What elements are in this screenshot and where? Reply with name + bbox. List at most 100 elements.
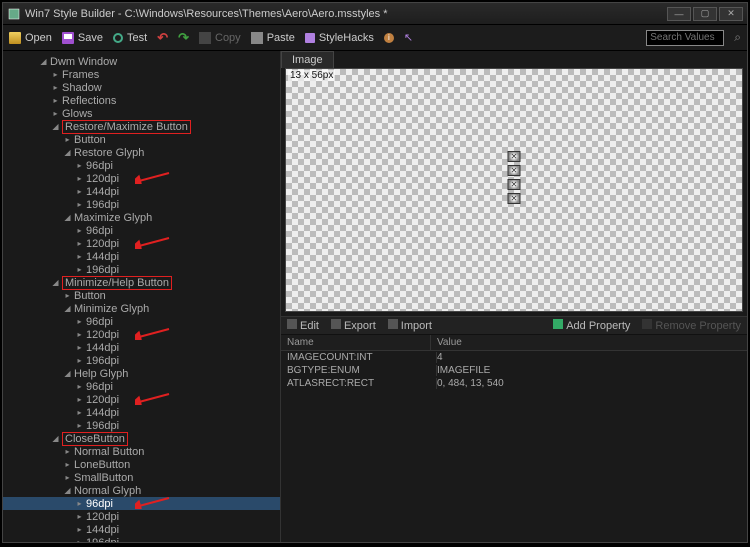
export-button[interactable]: Export	[331, 319, 376, 332]
tree-node-dpi196[interactable]: ▸196dpi	[3, 198, 280, 211]
edit-button[interactable]: Edit	[287, 319, 319, 332]
tree-node-glows[interactable]: ▸Glows	[3, 107, 280, 120]
tree-node-dpi144[interactable]: ▸144dpi	[3, 406, 280, 419]
expand-icon[interactable]: ◢	[51, 434, 60, 443]
open-button[interactable]: Open	[9, 32, 52, 44]
tree-panel[interactable]: ◢Dwm Window▸Frames▸Shadow▸Reflections▸Gl…	[3, 51, 280, 542]
expand-icon[interactable]: ▸	[75, 161, 84, 170]
tree-node-help_glyph[interactable]: ◢Help Glyph	[3, 367, 280, 380]
test-button[interactable]: Test	[113, 32, 147, 44]
tree-node-shadow[interactable]: ▸Shadow	[3, 81, 280, 94]
expand-icon[interactable]: ▸	[75, 265, 84, 274]
expand-icon[interactable]: ◢	[63, 213, 72, 222]
tree-node-dwm_window[interactable]: ◢Dwm Window	[3, 55, 280, 68]
expand-icon[interactable]: ▸	[75, 421, 84, 430]
tree-node-lone_button[interactable]: ▸LoneButton	[3, 458, 280, 471]
expand-icon[interactable]: ▸	[63, 291, 72, 300]
add-property-button[interactable]: Add Property	[553, 319, 630, 332]
expand-icon[interactable]: ▸	[75, 317, 84, 326]
expand-icon[interactable]: ◢	[63, 486, 72, 495]
expand-icon[interactable]: ▸	[75, 343, 84, 352]
expand-icon[interactable]: ◢	[51, 278, 60, 287]
header-name[interactable]: Name	[281, 335, 431, 350]
paste-button[interactable]: Paste	[251, 32, 295, 44]
header-value[interactable]: Value	[431, 335, 747, 350]
undo-button[interactable]: ↶	[157, 30, 168, 46]
expand-icon[interactable]: ▸	[51, 83, 60, 92]
expand-icon[interactable]: ▸	[75, 512, 84, 521]
tree-node-maximize_glyph[interactable]: ◢Maximize Glyph	[3, 211, 280, 224]
expand-icon[interactable]: ▸	[63, 473, 72, 482]
redo-button[interactable]: ↷	[178, 30, 189, 46]
expand-icon[interactable]: ▸	[75, 174, 84, 183]
tree-node-dpi144[interactable]: ▸144dpi	[3, 523, 280, 536]
search-input[interactable]	[646, 30, 724, 46]
expand-icon[interactable]: ▸	[63, 135, 72, 144]
expand-icon[interactable]: ◢	[63, 304, 72, 313]
expand-icon[interactable]: ▸	[75, 538, 84, 542]
tree-node-dpi96[interactable]: ▸96dpi	[3, 497, 280, 510]
expand-icon[interactable]: ◢	[63, 148, 72, 157]
tree-node-dpi196[interactable]: ▸196dpi	[3, 354, 280, 367]
expand-icon[interactable]: ▸	[75, 226, 84, 235]
tree-node-dpi196[interactable]: ▸196dpi	[3, 419, 280, 432]
remove-property-button[interactable]: Remove Property	[642, 319, 741, 332]
property-row[interactable]: BGTYPE:ENUMIMAGEFILE	[281, 364, 747, 377]
property-row[interactable]: IMAGECOUNT:INT4	[281, 351, 747, 364]
tree-node-dpi120[interactable]: ▸120dpi	[3, 510, 280, 523]
tree-node-reflections[interactable]: ▸Reflections	[3, 94, 280, 107]
tree-node-frames[interactable]: ▸Frames	[3, 68, 280, 81]
minimize-button[interactable]: —	[667, 7, 691, 21]
tree-node-dpi96[interactable]: ▸96dpi	[3, 224, 280, 237]
search-icon[interactable]: ⌕	[734, 30, 741, 45]
expand-icon[interactable]: ▸	[63, 460, 72, 469]
expand-icon[interactable]: ▸	[75, 525, 84, 534]
stylehacks-button[interactable]: StyleHacks	[305, 32, 374, 44]
expand-icon[interactable]: ▸	[75, 239, 84, 248]
expand-icon[interactable]: ▸	[51, 109, 60, 118]
expand-icon[interactable]: ◢	[39, 57, 48, 66]
tree-node-button[interactable]: ▸Button	[3, 133, 280, 146]
tree-node-restore_glyph[interactable]: ◢Restore Glyph	[3, 146, 280, 159]
expand-icon[interactable]: ▸	[75, 200, 84, 209]
expand-icon[interactable]: ▸	[75, 382, 84, 391]
tree-node-close_button[interactable]: ◢CloseButton	[3, 432, 280, 445]
property-row[interactable]: ATLASRECT:RECT0, 484, 13, 540	[281, 377, 747, 390]
tree-node-normal_button[interactable]: ▸Normal Button	[3, 445, 280, 458]
expand-icon[interactable]: ▸	[63, 447, 72, 456]
expand-icon[interactable]: ▸	[75, 408, 84, 417]
tree-node-dpi144[interactable]: ▸144dpi	[3, 185, 280, 198]
expand-icon[interactable]: ▸	[75, 330, 84, 339]
maximize-button[interactable]: ▢	[693, 7, 717, 21]
tree-node-dpi120[interactable]: ▸120dpi	[3, 393, 280, 406]
expand-icon[interactable]: ▸	[75, 187, 84, 196]
expand-icon[interactable]: ◢	[63, 369, 72, 378]
info-button[interactable]: i	[384, 33, 394, 43]
tree-node-dpi120[interactable]: ▸120dpi	[3, 328, 280, 341]
import-button[interactable]: Import	[388, 319, 432, 332]
tree-node-button[interactable]: ▸Button	[3, 289, 280, 302]
tree-node-normal_glyph[interactable]: ◢Normal Glyph	[3, 484, 280, 497]
tree-node-dpi96[interactable]: ▸96dpi	[3, 315, 280, 328]
expand-icon[interactable]: ▸	[75, 252, 84, 261]
tree-node-small_button[interactable]: ▸SmallButton	[3, 471, 280, 484]
expand-icon[interactable]: ▸	[75, 395, 84, 404]
expand-icon[interactable]: ▸	[51, 70, 60, 79]
tree-node-restore_max[interactable]: ◢Restore/Maximize Button	[3, 120, 280, 133]
tree-node-dpi96[interactable]: ▸96dpi	[3, 380, 280, 393]
save-button[interactable]: Save	[62, 32, 103, 44]
close-button[interactable]: ✕	[719, 7, 743, 21]
expand-icon[interactable]: ◢	[51, 122, 60, 131]
arrow-button[interactable]: ↖	[404, 31, 413, 44]
tree-node-dpi96[interactable]: ▸96dpi	[3, 159, 280, 172]
expand-icon[interactable]: ▸	[75, 499, 84, 508]
tree-node-dpi144[interactable]: ▸144dpi	[3, 250, 280, 263]
tree-node-dpi196[interactable]: ▸196dpi	[3, 263, 280, 276]
expand-icon[interactable]: ▸	[51, 96, 60, 105]
expand-icon[interactable]: ▸	[75, 356, 84, 365]
copy-button[interactable]: Copy	[199, 32, 241, 44]
tree-node-dpi120[interactable]: ▸120dpi	[3, 237, 280, 250]
tree-node-dpi120[interactable]: ▸120dpi	[3, 172, 280, 185]
tree-node-dpi144[interactable]: ▸144dpi	[3, 341, 280, 354]
tree-node-dpi196[interactable]: ▸196dpi	[3, 536, 280, 542]
